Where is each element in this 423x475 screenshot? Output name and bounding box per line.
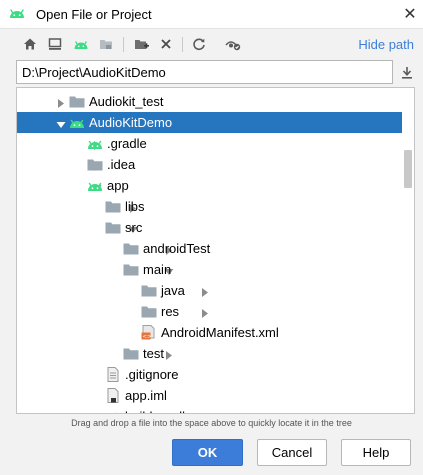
- svg-text:<>: <>: [142, 334, 152, 340]
- tree-row-label: app.iml: [125, 388, 167, 403]
- android-project-icon[interactable]: [71, 34, 91, 54]
- tree-row[interactable]: build.gradle: [17, 406, 402, 413]
- tree-row-label: java: [161, 283, 185, 298]
- home-icon[interactable]: [20, 34, 40, 54]
- folder-icon: [123, 262, 139, 277]
- scrollbar-track[interactable]: [402, 88, 414, 413]
- tree-row[interactable]: res: [17, 301, 402, 322]
- tree-row[interactable]: libs: [17, 196, 402, 217]
- tree-row[interactable]: .gitignore: [17, 364, 402, 385]
- tree-row[interactable]: AudioKitDemo: [17, 112, 402, 133]
- download-icon[interactable]: [398, 63, 416, 81]
- tree-row[interactable]: .gradle: [17, 133, 402, 154]
- gradle-file-icon: [105, 409, 121, 413]
- tree-row[interactable]: test: [17, 343, 402, 364]
- tree-row[interactable]: <> AndroidManifest.xml: [17, 322, 402, 343]
- text-file-icon: [105, 367, 121, 382]
- tree-row[interactable]: .idea: [17, 154, 402, 175]
- folder-icon: [105, 199, 121, 214]
- tree-row[interactable]: java: [17, 280, 402, 301]
- folder-icon: [105, 220, 121, 235]
- tree-row-label: AudioKitDemo: [89, 115, 173, 130]
- android-module-icon: [87, 136, 103, 151]
- tree-row[interactable]: main: [17, 259, 402, 280]
- tree-row[interactable]: src: [17, 217, 402, 238]
- path-input[interactable]: D:\Project\AudioKitDemo: [16, 60, 393, 84]
- tree-row-label: Audiokit_test: [89, 94, 164, 109]
- toolbar-separator: [123, 37, 124, 52]
- tree-row-label: app: [107, 178, 129, 193]
- tree-row[interactable]: androidTest: [17, 238, 402, 259]
- cancel-button[interactable]: Cancel: [257, 439, 327, 466]
- tree-row[interactable]: app.iml: [17, 385, 402, 406]
- toolbar: Hide path: [0, 30, 423, 58]
- tree-row-label: main: [143, 262, 172, 277]
- expand-arrow-down-icon[interactable]: [56, 117, 66, 128]
- android-studio-logo: [10, 9, 24, 18]
- drag-drop-hint: Drag and drop a file into the space abov…: [71, 418, 352, 428]
- folder-icon: [123, 241, 139, 256]
- folder-icon: [141, 304, 157, 319]
- hide-path-link[interactable]: Hide path: [358, 37, 414, 52]
- show-hidden-icon[interactable]: [223, 34, 243, 54]
- refresh-icon[interactable]: [189, 34, 209, 54]
- new-folder-icon[interactable]: [131, 34, 151, 54]
- folder-icon: [87, 157, 103, 172]
- folder-icon: [141, 283, 157, 298]
- tree-row-label: .idea: [107, 157, 136, 172]
- ok-button[interactable]: OK: [172, 439, 243, 466]
- window-title: Open File or Project: [36, 7, 152, 22]
- tree-row[interactable]: Audiokit_test: [17, 91, 402, 112]
- tree-row-label: libs: [125, 199, 145, 214]
- android-module-icon: [87, 178, 103, 193]
- module-icon[interactable]: [96, 34, 116, 54]
- tree-row-label: build.gradle: [125, 409, 192, 413]
- expand-arrow-right-icon[interactable]: [164, 348, 174, 360]
- expand-arrow-right-icon[interactable]: [56, 96, 66, 108]
- title-bar: Open File or Project ✕: [0, 0, 423, 29]
- file-tree[interactable]: build.gradle app.iml .gitignore test <> Andro…: [16, 87, 415, 414]
- android-module-icon: [69, 115, 85, 130]
- delete-icon[interactable]: [156, 34, 176, 54]
- tree-row[interactable]: app: [17, 175, 402, 196]
- tree-row-label: AndroidManifest.xml: [161, 325, 279, 340]
- expand-arrow-right-icon[interactable]: [200, 285, 210, 297]
- tree-row-label: androidTest: [143, 241, 211, 256]
- scrollbar-thumb[interactable]: [404, 150, 412, 188]
- tree-row-label: test: [143, 346, 164, 361]
- tree-row-label: res: [161, 304, 180, 319]
- tree-row-label: .gitignore: [125, 367, 179, 382]
- tree-row-label: .gradle: [107, 136, 147, 151]
- folder-icon: [69, 94, 85, 109]
- folder-icon: [123, 346, 139, 361]
- xml-file-icon: <>: [141, 325, 157, 340]
- iml-file-icon: [105, 388, 121, 403]
- help-button[interactable]: Help: [341, 439, 411, 466]
- close-icon[interactable]: ✕: [397, 0, 423, 28]
- toolbar-separator: [182, 37, 183, 52]
- tree-row-label: src: [125, 220, 143, 235]
- expand-arrow-right-icon[interactable]: [200, 306, 210, 318]
- desktop-icon[interactable]: [45, 34, 65, 54]
